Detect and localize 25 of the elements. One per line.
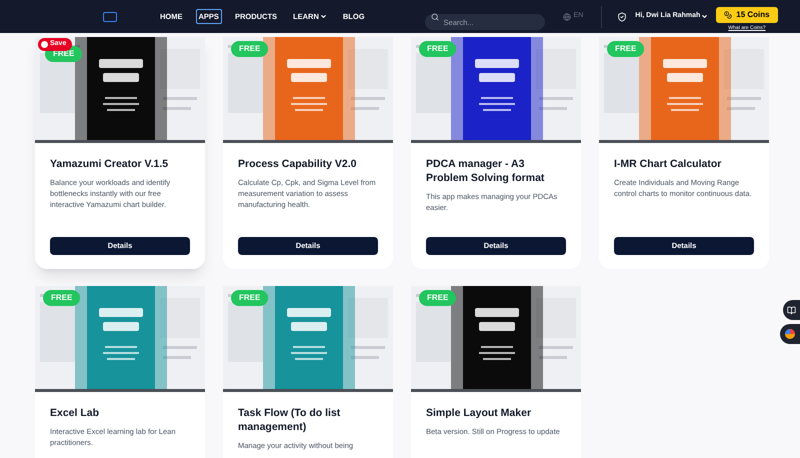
app-title: PDCA manager - A3 Problem Solving format <box>426 157 546 185</box>
free-badge: FREE <box>419 290 456 306</box>
free-badge: FREE <box>43 290 80 306</box>
app-title: Task Flow (To do list management) <box>238 406 342 434</box>
book-icon <box>787 306 796 314</box>
free-badge: FREE <box>231 290 268 306</box>
free-badge: FREE <box>607 41 644 57</box>
colorful-circle-icon <box>785 329 795 339</box>
book-button[interactable] <box>783 300 800 320</box>
search-icon <box>430 12 439 20</box>
app-title: Process Capability V2.0 <box>238 157 358 171</box>
app-title: Excel Lab <box>50 406 100 420</box>
free-badge: FREE <box>419 41 456 57</box>
globe-icon <box>562 12 571 20</box>
coins-button[interactable]: 15 Coins <box>716 6 778 23</box>
coin-icon <box>724 10 732 19</box>
pin-icon <box>41 40 48 48</box>
app-title: Yamazumi Creator V.1.5 <box>50 157 170 171</box>
app-title: I-MR Chart Calculator <box>614 157 722 171</box>
free-badge: FREE <box>231 41 268 57</box>
logo-icon <box>103 12 117 22</box>
shield-icon <box>617 12 628 22</box>
caret-icon <box>701 13 708 20</box>
app-title: Simple Layout Maker <box>426 406 532 420</box>
extension-button[interactable] <box>780 324 800 344</box>
